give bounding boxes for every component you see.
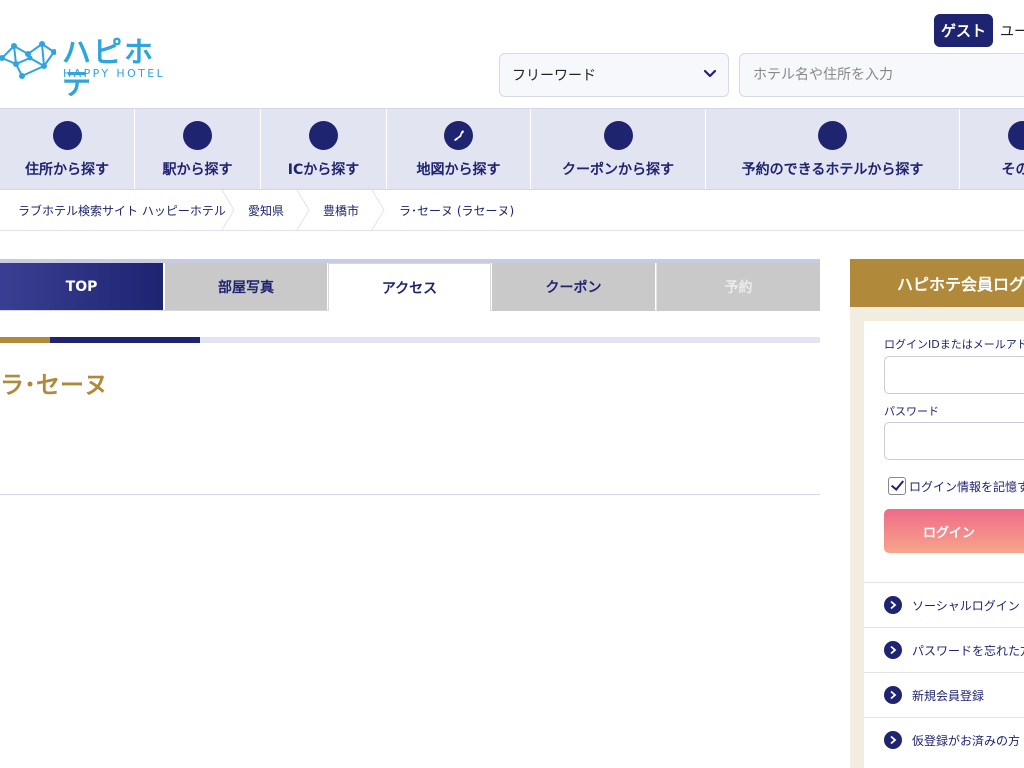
- link-label: 新規会員登録: [912, 688, 985, 703]
- search-input[interactable]: [739, 53, 1024, 97]
- search-nav: 住所から探す 駅から探す ICから探す 地図から探す クーポンから探す 予約ので…: [0, 108, 1024, 190]
- login-form: ログインIDまたはメールアドレ パスワード ログイン情報を記憶す ログイン ソー…: [864, 321, 1024, 768]
- nav-label: その他: [1001, 162, 1024, 178]
- nav-label: 駅から探す: [162, 162, 233, 178]
- progress-accent-gold: [0, 337, 50, 343]
- link-label: 仮登録がお済みの方: [912, 733, 1021, 748]
- search-type-select[interactable]: フリーワード: [499, 53, 729, 97]
- link-social-login[interactable]: ソーシャルログイン: [864, 582, 1024, 627]
- nav-label: 予約のできるホテルから探す: [741, 162, 924, 178]
- breadcrumb-separator-icon: [296, 190, 310, 230]
- other-icon: [1008, 121, 1024, 150]
- nav-item-reservable[interactable]: 予約のできるホテルから探す: [706, 109, 960, 189]
- chevron-right-icon: [884, 641, 902, 659]
- member-login-panel: ハピホテ会員ログ ログインIDまたはメールアドレ パスワード ログイン情報を記憶…: [850, 259, 1024, 768]
- link-provisional-registered[interactable]: 仮登録がお済みの方: [864, 717, 1024, 762]
- site-header: ハピホテ HAPPY HOTEL ゲスト ユー フリーワード: [0, 0, 1024, 108]
- nav-item-address[interactable]: 住所から探す: [0, 109, 135, 189]
- password-input[interactable]: [884, 422, 1024, 460]
- breadcrumb: ラブホテル検索サイト ハッピーホテル 愛知県 豊橋市 ラ･セーヌ (ラセーヌ): [0, 190, 1024, 231]
- search-type-value: フリーワード: [512, 68, 596, 84]
- nav-item-map[interactable]: 地図から探す: [387, 109, 531, 189]
- tab-top[interactable]: TOP: [0, 263, 163, 311]
- content-divider: [0, 494, 820, 495]
- chevron-right-glyph: [890, 645, 897, 655]
- chevron-right-glyph: [890, 600, 897, 610]
- chevron-right-icon: [884, 686, 902, 704]
- address-icon: [52, 121, 82, 150]
- guest-badge: ゲスト: [934, 14, 993, 47]
- breadcrumb-separator-icon: [221, 190, 235, 230]
- password-label: パスワード: [884, 405, 939, 418]
- login-button[interactable]: ログイン: [884, 509, 1024, 553]
- nav-label: クーポンから探す: [562, 162, 674, 178]
- breadcrumb-item-prefecture[interactable]: 愛知県: [248, 190, 284, 230]
- section-progress-bar: [0, 337, 820, 343]
- remember-checkbox[interactable]: [888, 477, 906, 495]
- highway-ic-icon: [309, 121, 338, 150]
- japan-map-icon: [444, 121, 473, 150]
- nav-label: ICから探す: [287, 162, 360, 178]
- login-id-input[interactable]: [884, 356, 1024, 394]
- logo-wordmark-en: HAPPY HOTEL: [63, 67, 166, 80]
- network-logo-icon: [0, 41, 56, 79]
- hotel-name-heading: ラ･セーヌ: [0, 371, 108, 399]
- remember-login-option[interactable]: ログイン情報を記憶す: [888, 477, 1024, 495]
- link-label: ソーシャルログイン: [912, 598, 1020, 613]
- login-panel-title: ハピホテ会員ログ: [850, 259, 1024, 307]
- link-register[interactable]: 新規会員登録: [864, 672, 1024, 717]
- nav-label: 地図から探す: [416, 162, 501, 178]
- page: ハピホテ HAPPY HOTEL ゲスト ユー フリーワード 住所から探す 駅か…: [0, 0, 1024, 768]
- station-icon: [183, 121, 212, 150]
- nav-label: 住所から探す: [25, 162, 109, 178]
- nav-item-station[interactable]: 駅から探す: [135, 109, 261, 189]
- progress-accent-navy: [50, 337, 200, 343]
- japan-map-glyph: [453, 129, 464, 141]
- tab-room-photos[interactable]: 部屋写真: [164, 263, 327, 311]
- chevron-right-glyph: [890, 735, 897, 745]
- nav-item-other[interactable]: その他: [960, 109, 1024, 189]
- nav-item-coupon[interactable]: クーポンから探す: [531, 109, 706, 189]
- login-id-label: ログインIDまたはメールアドレ: [884, 338, 1024, 351]
- link-label: パスワードを忘れた方: [912, 643, 1024, 658]
- chevron-down-icon: [703, 69, 717, 78]
- chevron-right-icon: [884, 596, 902, 614]
- link-forgot-password[interactable]: パスワードを忘れた方: [864, 627, 1024, 672]
- nav-item-ic[interactable]: ICから探す: [261, 109, 387, 189]
- tab-reserve: 予約: [656, 263, 820, 311]
- remember-label: ログイン情報を記憶す: [909, 479, 1024, 494]
- breadcrumb-item-home[interactable]: ラブホテル検索サイト ハッピーホテル: [18, 190, 226, 230]
- reservation-icon: [818, 121, 847, 150]
- chevron-right-glyph: [890, 690, 897, 700]
- breadcrumb-item-city[interactable]: 豊橋市: [323, 190, 359, 230]
- user-label[interactable]: ユー: [1000, 21, 1024, 41]
- happy-hotel-logo[interactable]: ハピホテ HAPPY HOTEL: [0, 36, 175, 100]
- coupon-icon: [603, 121, 633, 150]
- tab-coupon[interactable]: クーポン: [492, 263, 655, 311]
- chevron-right-icon: [884, 731, 902, 749]
- breadcrumb-separator-icon: [371, 190, 385, 230]
- tab-access[interactable]: アクセス: [328, 263, 491, 311]
- breadcrumb-item-current: ラ･セーヌ (ラセーヌ): [399, 203, 515, 218]
